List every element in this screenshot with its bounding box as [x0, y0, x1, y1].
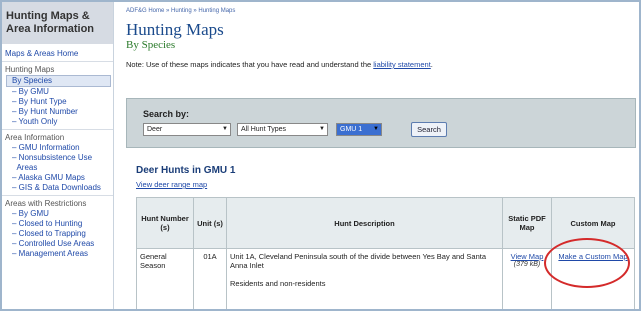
table-header-row: Hunt Number (s) Unit (s) Hunt Descriptio…	[136, 197, 635, 249]
sidebar-item-nonsubsistence[interactable]: – Nonsubsistence Use	[2, 153, 113, 163]
liability-note: Note: Use of these maps indicates that y…	[126, 60, 639, 69]
sidebar-item-label: By Hunt Number	[18, 107, 78, 116]
sidebar-item-closed-hunting[interactable]: – Closed to Hunting	[2, 219, 113, 229]
sidebar-item-label: By GMU	[18, 87, 49, 96]
sidebar-title: Hunting Maps & Area Information	[2, 2, 113, 44]
sidebar-item-maps-home[interactable]: Maps & Areas Home	[2, 44, 113, 62]
sidebar-item-management-areas[interactable]: – Management Areas	[2, 249, 113, 259]
sidebar-title-line1: Hunting Maps &	[6, 10, 90, 22]
header-unit: Unit (s)	[193, 197, 227, 249]
cell-hunt-number: General Season	[136, 248, 194, 309]
species-select-value: Deer	[147, 126, 163, 133]
header-hunt-number: Hunt Number (s)	[136, 197, 194, 249]
gmu-select[interactable]: GMU 1 ▼	[336, 123, 382, 136]
chevron-down-icon: ▼	[222, 126, 228, 132]
sidebar-item-label: By Hunt Type	[18, 97, 67, 106]
sidebar-item-label: By GMU	[18, 209, 49, 218]
sidebar: Hunting Maps & Area Information Maps & A…	[2, 2, 114, 309]
header-static-pdf-map: Static PDF Map	[502, 197, 552, 249]
sidebar-title-line2: Area Information	[6, 23, 95, 35]
results-title: Deer Hunts in GMU 1	[136, 165, 236, 176]
sidebar-item-label: Controlled Use Areas	[18, 239, 95, 248]
highlight-circle	[544, 238, 630, 288]
sidebar-item-label: Closed to Hunting	[18, 219, 83, 228]
sidebar-item-by-gmu[interactable]: – By GMU	[2, 87, 113, 97]
cell-unit: 01A	[193, 248, 227, 309]
view-map-link[interactable]: View Map	[511, 252, 544, 261]
pdf-size: (379 kB)	[513, 261, 541, 268]
liability-statement-link[interactable]: liability statement	[373, 60, 431, 69]
sidebar-item-label: Youth Only	[18, 117, 58, 126]
chevron-down-icon: ▼	[319, 126, 325, 132]
sidebar-item-label: GIS & Data Downloads	[18, 183, 101, 192]
sidebar-item-by-species[interactable]: By Species	[6, 75, 111, 87]
chevron-down-icon: ▼	[373, 126, 379, 132]
note-text: Note: Use of these maps indicates that y…	[126, 60, 374, 69]
sidebar-item-gis-data[interactable]: – GIS & Data Downloads	[2, 183, 113, 193]
deer-range-map-link[interactable]: View deer range map	[136, 180, 207, 189]
gmu-select-value: GMU 1	[340, 126, 363, 133]
hunt-residency-text: Residents and non-residents	[230, 279, 326, 288]
browser-frame: Hunting Maps & Area Information Maps & A…	[0, 0, 641, 311]
hunt-type-select[interactable]: All Hunt Types ▼	[237, 123, 328, 136]
sidebar-item-label: Nonsubsistence Use	[18, 153, 93, 162]
sidebar-item-restrict-by-gmu[interactable]: – By GMU	[2, 209, 113, 219]
sidebar-item-alaska-gmu-maps[interactable]: – Alaska GMU Maps	[2, 173, 113, 183]
sidebar-item-label: Alaska GMU Maps	[18, 173, 85, 182]
sidebar-item-nonsubsistence-cont[interactable]: Areas	[2, 163, 113, 173]
cell-hunt-description: Unit 1A, Cleveland Peninsula south of th…	[226, 248, 503, 309]
sidebar-item-label: Areas	[16, 163, 38, 172]
sidebar-item-closed-trapping[interactable]: – Closed to Trapping	[2, 229, 113, 239]
search-button[interactable]: Search	[411, 122, 447, 137]
sidebar-item-label: Management Areas	[18, 249, 89, 258]
sidebar-item-label: GMU Information	[18, 143, 80, 152]
sidebar-item-label: Closed to Trapping	[18, 229, 86, 238]
sidebar-item-controlled-use[interactable]: – Controlled Use Areas	[2, 239, 113, 249]
page-subtitle: By Species	[126, 39, 176, 51]
sidebar-section-restrictions: Areas with Restrictions	[5, 199, 87, 208]
header-hunt-description: Hunt Description	[226, 197, 503, 249]
main-content: ADF&G Home » Hunting » Hunting Maps Hunt…	[126, 2, 639, 309]
note-end: .	[430, 60, 433, 69]
hunt-description-text: Unit 1A, Cleveland Peninsula south of th…	[230, 252, 487, 270]
sidebar-item-label: By Species	[12, 76, 53, 85]
search-label: Search by:	[143, 109, 190, 119]
sidebar-section-area-info: Area Information	[5, 133, 65, 142]
sidebar-item-by-hunt-type[interactable]: – By Hunt Type	[2, 97, 113, 107]
sidebar-item-gmu-information[interactable]: – GMU Information	[2, 143, 113, 153]
sidebar-item-by-hunt-number[interactable]: – By Hunt Number	[2, 107, 113, 117]
hunt-type-select-value: All Hunt Types	[241, 126, 287, 133]
sidebar-section-hunting-maps: Hunting Maps	[5, 65, 55, 74]
species-select[interactable]: Deer ▼	[143, 123, 231, 136]
page-title: Hunting Maps	[126, 20, 224, 39]
sidebar-item-youth-only[interactable]: – Youth Only	[2, 117, 113, 127]
search-panel: Search by: Deer ▼ All Hunt Types ▼ GMU 1…	[126, 98, 636, 148]
breadcrumb[interactable]: ADF&G Home » Hunting » Hunting Maps	[126, 8, 639, 14]
